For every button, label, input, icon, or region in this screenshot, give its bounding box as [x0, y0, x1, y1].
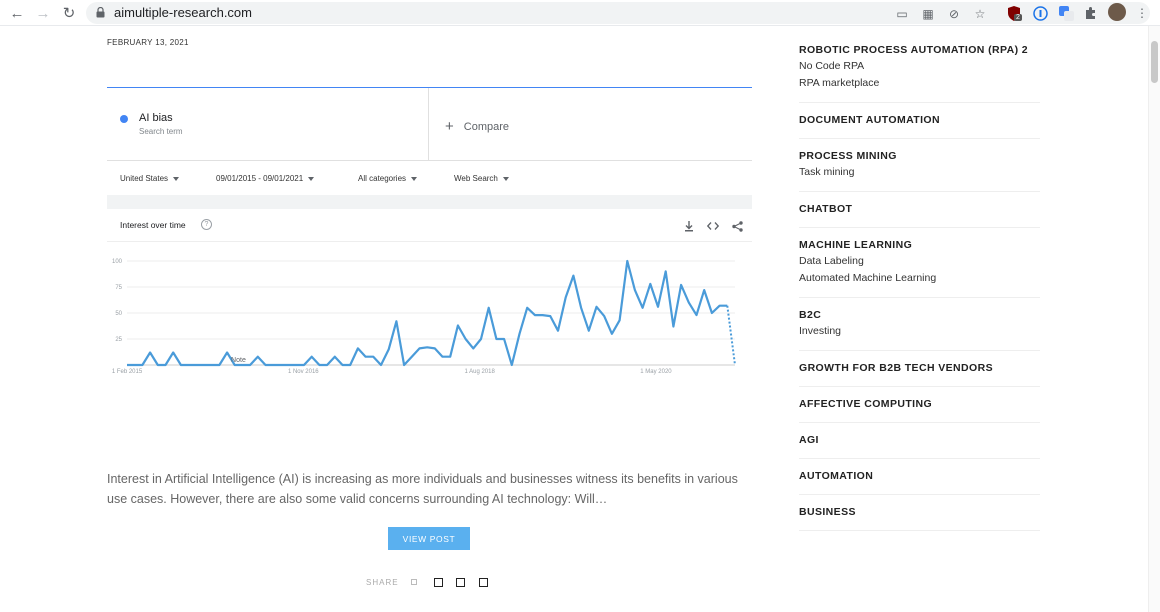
section-separator	[107, 195, 752, 209]
chevron-down-icon	[411, 176, 418, 181]
embed-code-icon[interactable]	[706, 219, 720, 233]
search-term-card[interactable]: AI bias Search term	[107, 88, 429, 160]
sidebar-category: ROBOTIC PROCESS AUTOMATION (RPA) 2 No Cod…	[799, 40, 1040, 103]
sidebar-category: BUSINESS	[799, 495, 1040, 531]
x-tick-label: 1 Feb 2015	[112, 369, 143, 375]
sidebar-category-link[interactable]: AUTOMATION	[799, 468, 1040, 484]
compare-label: Compare	[463, 120, 510, 133]
translate-icon[interactable]	[1058, 5, 1074, 21]
menu-kebab-icon[interactable]: ⋮	[1134, 5, 1150, 21]
sidebar-category: AFFECTIVE COMPUTING	[799, 387, 1040, 423]
extensions-puzzle-icon[interactable]	[1083, 5, 1099, 21]
profile-avatar[interactable]	[1108, 3, 1126, 21]
filters-bar: United States 09/01/2015 - 09/01/2021 Al…	[107, 160, 752, 195]
back-icon[interactable]: ←	[7, 3, 27, 23]
scroll-thumb[interactable]	[1151, 41, 1158, 83]
y-tick-label: 75	[115, 285, 122, 291]
compare-button[interactable]: + Compare	[445, 118, 509, 135]
post-date: FEBRUARY 13, 2021	[107, 38, 189, 47]
sidebar-category: GROWTH FOR B2B TECH VENDORS	[799, 351, 1040, 387]
sidebar-subcategory-link[interactable]: Investing	[799, 323, 1040, 340]
sidebar-category-link[interactable]: B2C	[799, 307, 1040, 323]
eye-off-icon[interactable]: ⊘	[946, 6, 962, 22]
series-color-dot	[120, 115, 128, 123]
sidebar-subcategory-link[interactable]: Automated Machine Learning	[799, 270, 1040, 287]
sidebar-category-link[interactable]: AFFECTIVE COMPUTING	[799, 396, 1040, 412]
trends-embed: AI bias Search term + Compare United Sta…	[107, 87, 752, 417]
search-term-name: AI bias	[139, 112, 173, 124]
y-tick-label: 25	[115, 337, 122, 343]
sidebar-category-link[interactable]: BUSINESS	[799, 504, 1040, 520]
sidebar-category-link[interactable]: MACHINE LEARNING	[799, 237, 1040, 253]
section-title: Interest over time	[120, 220, 186, 230]
lock-icon	[96, 7, 105, 18]
x-tick-label: 1 Nov 2016	[288, 369, 319, 375]
interest-over-time-header: Interest over time ?	[107, 209, 752, 242]
share-label: SHARE	[366, 578, 399, 587]
interest-line-chart: 100 75 50 25 1 Feb 2015 1 Nov 2016 1 Aug 2018 1…	[112, 259, 736, 375]
share-linkedin-icon[interactable]	[479, 578, 488, 587]
sidebar-category: CHATBOT	[799, 192, 1040, 228]
sidebar-category-link[interactable]: CHATBOT	[799, 201, 1040, 217]
share-twitter-icon[interactable]	[456, 578, 465, 587]
cast-icon[interactable]: ▭	[894, 6, 910, 22]
sidebar-category: MACHINE LEARNING Data Labeling Automated M…	[799, 228, 1040, 298]
sidebar-category: AGI	[799, 423, 1040, 459]
sidebar-category: B2C Investing	[799, 298, 1040, 351]
search-term-subtitle: Search term	[139, 127, 183, 136]
post-excerpt: Interest in Artificial Intelligence (AI)…	[107, 472, 738, 506]
sidebar-category: DOCUMENT AUTOMATION	[799, 103, 1040, 139]
sidebar-category-link[interactable]: DOCUMENT AUTOMATION	[799, 112, 1040, 128]
browser-toolbar: ← → ↻ aimultiple-research.com ▭ ▦ ⊘ ☆ 2 …	[0, 0, 1160, 26]
x-tick-label: 1 Aug 2018	[464, 369, 495, 375]
forward-icon[interactable]: →	[33, 3, 53, 23]
sidebar-subcategory-link[interactable]: No Code RPA	[799, 58, 1040, 75]
password-manager-icon[interactable]	[1032, 5, 1048, 21]
date-range-filter[interactable]: 09/01/2015 - 09/01/2021	[216, 174, 315, 183]
region-filter[interactable]: United States	[120, 174, 180, 183]
bookmark-star-icon[interactable]: ☆	[972, 6, 988, 22]
sidebar-category: AUTOMATION	[799, 459, 1040, 495]
search-type-filter[interactable]: Web Search	[454, 174, 509, 183]
qr-code-icon[interactable]: ▦	[920, 6, 936, 22]
series-partial-segment	[726, 305, 736, 366]
y-tick-label: 50	[115, 311, 122, 317]
sidebar-category-link[interactable]: AGI	[799, 432, 1040, 448]
extension-badge: 2	[1014, 14, 1022, 21]
url-text: aimultiple-research.com	[114, 5, 252, 20]
sidebar-category-link[interactable]: GROWTH FOR B2B TECH VENDORS	[799, 360, 1040, 376]
category-sidebar: ROBOTIC PROCESS AUTOMATION (RPA) 2 No Cod…	[799, 40, 1040, 531]
chevron-down-icon	[173, 176, 180, 181]
sidebar-category-link[interactable]: PROCESS MINING	[799, 148, 1040, 164]
sidebar-category-link[interactable]: ROBOTIC PROCESS AUTOMATION (RPA) 2	[799, 42, 1040, 58]
sidebar-category: PROCESS MINING Task mining	[799, 139, 1040, 192]
category-filter[interactable]: All categories	[358, 174, 418, 183]
y-tick-label: 100	[112, 259, 123, 265]
sidebar-subcategory-link[interactable]: RPA marketplace	[799, 75, 1040, 92]
share-icon[interactable]	[730, 219, 744, 233]
x-tick-label: 1 May 2020	[640, 369, 672, 375]
reload-icon[interactable]: ↻	[59, 3, 79, 23]
chart-annotation-note: Note	[231, 357, 246, 364]
help-icon[interactable]: ?	[201, 219, 212, 230]
category-label: All categories	[358, 174, 407, 183]
date-range-label: 09/01/2015 - 09/01/2021	[216, 174, 304, 183]
address-bar[interactable]: aimultiple-research.com ▭ ▦ ⊘ ☆	[86, 2, 1150, 24]
plus-icon: +	[445, 118, 454, 135]
chevron-down-icon	[502, 176, 509, 181]
ublock-extension-icon[interactable]: 2	[1006, 5, 1022, 21]
sidebar-subcategory-link[interactable]: Task mining	[799, 164, 1040, 181]
chevron-down-icon	[308, 176, 315, 181]
search-type-label: Web Search	[454, 174, 498, 183]
region-filter-label: United States	[120, 174, 169, 183]
page-scrollbar[interactable]	[1148, 26, 1160, 612]
share-facebook-icon[interactable]	[434, 578, 443, 587]
share-icon-small[interactable]	[411, 579, 417, 585]
download-icon[interactable]	[682, 219, 696, 233]
sidebar-subcategory-link[interactable]: Data Labeling	[799, 253, 1040, 270]
view-post-button[interactable]: VIEW POST	[388, 527, 470, 550]
